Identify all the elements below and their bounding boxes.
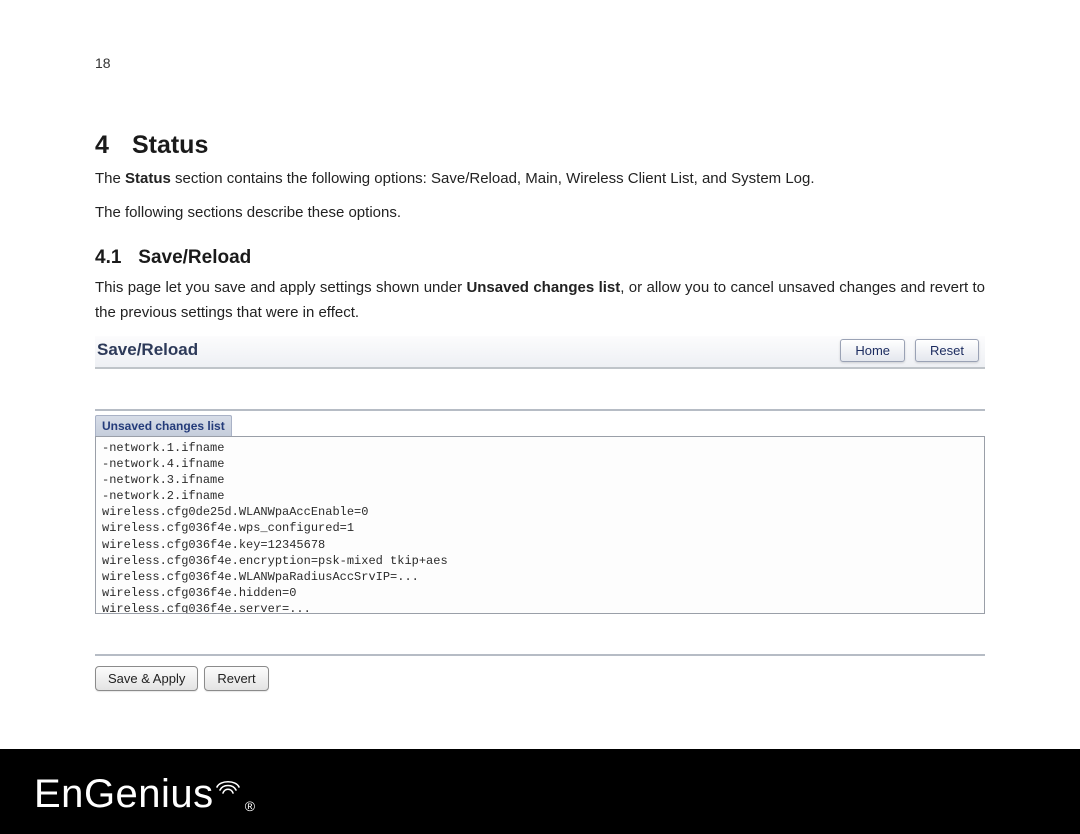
- unsaved-changes-textbox[interactable]: -network.1.ifname -network.4.ifname -net…: [95, 436, 985, 614]
- brand-part1: En: [34, 772, 84, 816]
- section-number: 4: [95, 131, 125, 160]
- section-title: Status: [132, 131, 208, 159]
- registered-symbol: ®: [245, 798, 255, 814]
- save-apply-button[interactable]: Save & Apply: [95, 666, 198, 691]
- brand-logo: EnGenius ®: [34, 769, 255, 814]
- signal-wave-icon: [214, 769, 242, 800]
- panel-title: Save/Reload: [97, 340, 198, 360]
- subsection-number: 4.1: [95, 247, 133, 269]
- para-bold: Unsaved changes list: [466, 279, 620, 296]
- para-prefix: This page let you save and apply setting…: [95, 279, 466, 296]
- section-heading: 4 Status: [95, 131, 985, 160]
- save-reload-panel: Save/Reload Home Reset Unsaved changes l…: [95, 336, 985, 691]
- home-button[interactable]: Home: [840, 339, 905, 362]
- footer-brand-bar: EnGenius ®: [0, 749, 1080, 834]
- brand-text: EnGenius: [34, 774, 214, 814]
- panel-actions: Save & Apply Revert: [95, 654, 985, 691]
- subsection-heading: 4.1 Save/Reload: [95, 247, 985, 269]
- panel-header-buttons: Home Reset: [840, 339, 979, 362]
- unsaved-changes-section: Unsaved changes list -network.1.ifname -…: [95, 409, 985, 614]
- page-number: 18: [95, 55, 985, 71]
- brand-part2: Genius: [84, 772, 214, 816]
- subsection-title: Save/Reload: [138, 247, 251, 268]
- intro-text-suffix: section contains the following options: …: [171, 170, 815, 187]
- intro-bold: Status: [125, 170, 171, 187]
- subsection-paragraph: This page let you save and apply setting…: [95, 275, 985, 326]
- revert-button[interactable]: Revert: [204, 666, 268, 691]
- reset-button[interactable]: Reset: [915, 339, 979, 362]
- panel-header: Save/Reload Home Reset: [95, 336, 985, 369]
- unsaved-changes-label: Unsaved changes list: [95, 415, 232, 436]
- intro-text-prefix: The: [95, 170, 125, 187]
- section-intro-2: The following sections describe these op…: [95, 200, 985, 226]
- section-intro-1: The Status section contains the followin…: [95, 166, 985, 192]
